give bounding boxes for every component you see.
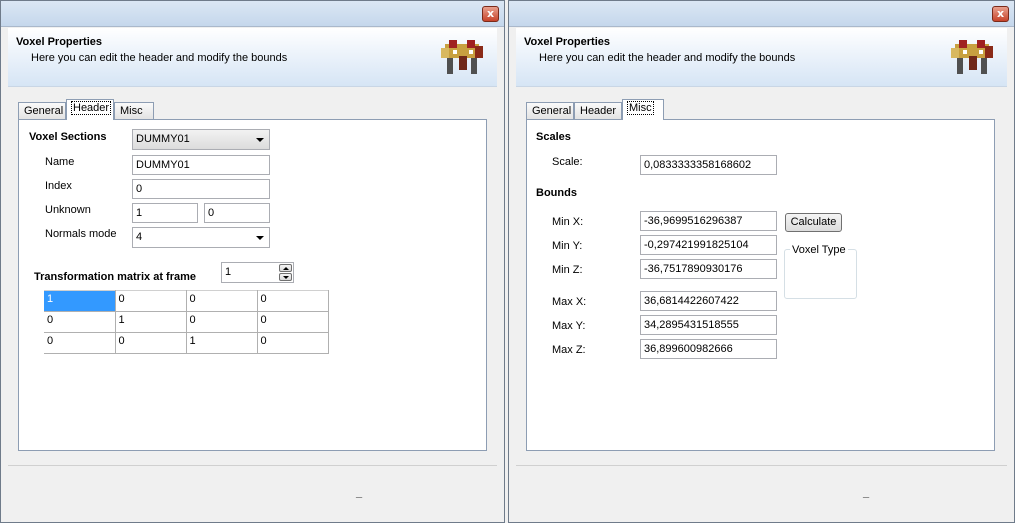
chevron-down-icon <box>256 138 264 142</box>
voxel-sections-label: Voxel Sections <box>29 131 107 143</box>
tab-general[interactable]: General <box>18 102 66 119</box>
scale-label: Scale: <box>552 156 583 168</box>
right-window: x Voxel Properties Here you can edit the… <box>508 0 1015 523</box>
banner-subtitle: Here you can edit the header and modify … <box>539 52 796 64</box>
right-status-glyph: _ <box>863 487 870 499</box>
left-status-area <box>8 465 497 518</box>
tab-label: Header <box>580 105 617 117</box>
right-close-button[interactable]: x <box>992 6 1009 22</box>
normals-mode-label: Normals mode <box>45 228 117 240</box>
max-z-label: Max Z: <box>552 344 586 356</box>
spin-down-button[interactable] <box>279 273 292 281</box>
frame-spinner[interactable]: 1 <box>221 262 294 283</box>
min-y-label: Min Y: <box>552 240 583 252</box>
table-row: 1 0 0 0 <box>44 290 329 312</box>
left-window: x Voxel Properties Here you can edit the… <box>0 0 505 523</box>
normals-mode-value: 4 <box>136 231 143 243</box>
banner-title: Voxel Properties <box>524 36 610 48</box>
right-banner: Voxel Properties Here you can edit the h… <box>516 28 1007 87</box>
index-field[interactable]: 0 <box>132 179 270 199</box>
max-x-field[interactable]: 36,6814422607422 <box>640 291 777 311</box>
banner-title: Voxel Properties <box>16 36 102 48</box>
scales-heading: Scales <box>536 131 571 143</box>
tab-header[interactable]: Header <box>66 99 114 120</box>
tab-label: Header <box>70 101 112 115</box>
min-y-field[interactable]: -0,297421991825104 <box>640 235 777 255</box>
left-status-glyph: _ <box>356 487 363 499</box>
min-x-label: Min X: <box>552 216 584 228</box>
tab-misc[interactable]: Misc <box>114 102 154 119</box>
spin-up-button[interactable] <box>279 264 292 272</box>
matrix-cell[interactable]: 0 <box>257 311 329 333</box>
tab-header[interactable]: Header <box>574 102 622 119</box>
transformation-matrix-grid: 1 0 0 0 0 1 0 0 0 0 1 0 <box>44 290 329 354</box>
tab-general[interactable]: General <box>526 102 574 119</box>
calculate-button[interactable]: Calculate <box>785 213 842 232</box>
table-row: 0 1 0 0 <box>44 311 329 333</box>
max-x-label: Max X: <box>552 296 587 308</box>
tab-label: General <box>532 105 572 117</box>
max-y-field[interactable]: 34,2895431518555 <box>640 315 777 335</box>
max-z-field[interactable]: 36,899600982666 <box>640 339 777 359</box>
name-field[interactable]: DUMMY01 <box>132 155 270 175</box>
matrix-cell[interactable]: 0 <box>115 290 187 312</box>
close-icon: x <box>486 7 495 20</box>
left-titlebar: x <box>1 1 504 27</box>
matrix-cell[interactable]: 0 <box>186 311 258 333</box>
scale-field[interactable]: 0,0833333358168602 <box>640 155 777 175</box>
bounds-heading: Bounds <box>536 187 577 199</box>
voxel-type-groupbox: Voxel Type <box>784 244 857 299</box>
tab-misc[interactable]: Misc <box>622 99 664 120</box>
close-icon: x <box>996 7 1005 20</box>
min-x-field[interactable]: -36,9699516296387 <box>640 211 777 231</box>
right-titlebar: x <box>509 1 1014 27</box>
matrix-cell[interactable]: 0 <box>44 311 116 333</box>
left-close-button[interactable]: x <box>482 6 499 22</box>
voxel-type-label: Voxel Type <box>790 244 848 256</box>
voxel-sections-dropdown[interactable]: DUMMY01 <box>132 129 270 150</box>
tab-label: Misc <box>627 101 654 115</box>
tab-label: General <box>24 105 64 117</box>
tab-label: Misc <box>120 105 143 117</box>
min-z-label: Min Z: <box>552 264 583 276</box>
matrix-cell[interactable]: 0 <box>115 332 187 354</box>
voxel-logo-icon <box>441 40 483 74</box>
unknown-field-2[interactable]: 0 <box>204 203 270 223</box>
min-z-field[interactable]: -36,7517890930176 <box>640 259 777 279</box>
matrix-cell[interactable]: 0 <box>257 332 329 354</box>
voxel-sections-value: DUMMY01 <box>136 133 190 145</box>
matrix-cell[interactable]: 1 <box>186 332 258 354</box>
matrix-cell[interactable]: 0 <box>257 290 329 312</box>
max-y-label: Max Y: <box>552 320 586 332</box>
spinner-arrows-icon[interactable] <box>279 264 292 281</box>
index-label: Index <box>45 180 72 192</box>
chevron-down-icon <box>256 236 264 240</box>
matrix-label: Transformation matrix at frame <box>34 271 196 283</box>
matrix-cell[interactable]: 1 <box>115 311 187 333</box>
matrix-cell[interactable]: 1 <box>44 290 116 312</box>
table-row: 0 0 1 0 <box>44 332 329 354</box>
matrix-cell[interactable]: 0 <box>44 332 116 354</box>
banner-subtitle: Here you can edit the header and modify … <box>31 52 288 64</box>
unknown-label: Unknown <box>45 204 91 216</box>
right-status-area <box>516 465 1007 518</box>
frame-value: 1 <box>225 266 232 278</box>
name-label: Name <box>45 156 75 168</box>
left-banner: Voxel Properties Here you can edit the h… <box>8 28 497 87</box>
voxel-logo-icon <box>951 40 993 74</box>
normals-mode-dropdown[interactable]: 4 <box>132 227 270 248</box>
unknown-field-1[interactable]: 1 <box>132 203 198 223</box>
matrix-cell[interactable]: 0 <box>186 290 258 312</box>
